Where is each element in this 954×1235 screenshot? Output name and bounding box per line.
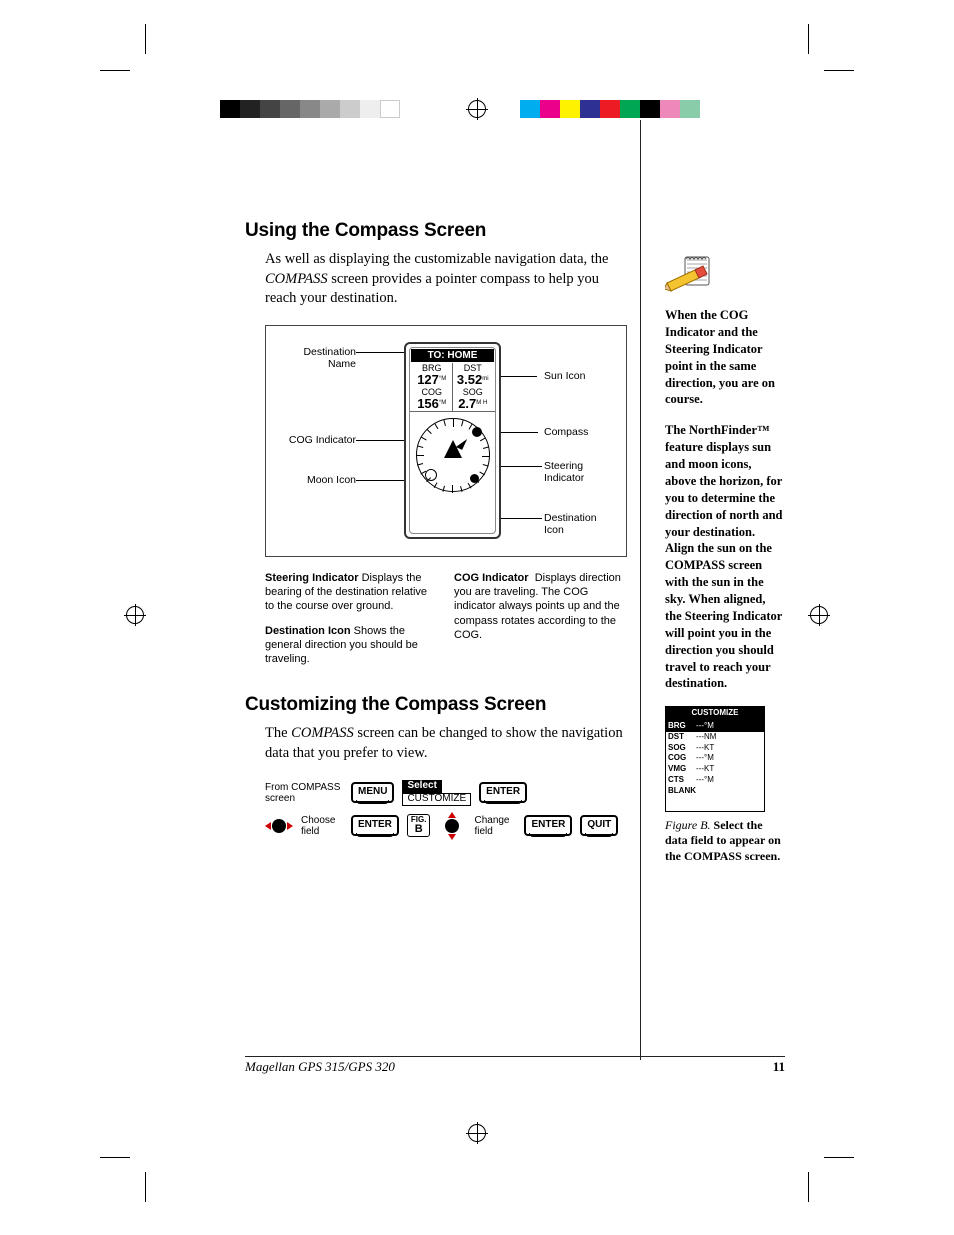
enter-key-3: ENTER [524,815,572,836]
figure-b-row: CTS---°M [666,775,764,786]
figure-b-row: BRG---°M [666,721,764,732]
cmyk-color-bar [520,100,700,118]
menu-key: MENU [351,782,394,803]
seq-change-text: Change field [474,815,516,837]
figure-b-row: COG---°M [666,753,764,764]
intro-paragraph-1: As well as displaying the customizable n… [265,250,625,309]
heading-using-compass: Using the Compass Screen [245,220,775,242]
figure-b-caption: Figure B. Select the data field to appea… [665,818,783,865]
registration-mark [124,604,146,626]
definitions: Steering Indicator Displays the bearing … [265,571,625,667]
sidebar-column: When the COG Indicator and the Steering … [665,255,783,878]
cog-value: 156 [417,396,439,411]
callout-moon: Moon Icon [276,474,356,486]
cog-indicator-title: COG Indicator [454,572,529,584]
select-menuitem: Select [402,780,441,793]
button-sequence: From COMPASS screen MENU Select CUSTOMIZ… [265,780,645,840]
dpad-lr-icon [265,812,293,840]
registration-mark [808,604,830,626]
footer-product: Magellan GPS 315/GPS 320 [245,1059,395,1075]
callout-dest-name: Destination Name [276,346,356,370]
steering-indicator-arrow [456,436,467,450]
gray-color-bar [220,100,400,118]
figure-b-header: CUSTOMIZE [666,707,764,721]
figure-b-row: DST---NM [666,732,764,743]
sidebar-note-2: The NorthFinder™ feature displays sun an… [665,422,783,692]
moon-icon [425,469,437,481]
figure-b-rows: BRG---°MDST---NMSOG---KTCOG---°MVMG---KT… [666,721,764,797]
footer-page-number: 11 [773,1059,785,1075]
registration-mark [466,1122,488,1144]
seq-from-text: From COMPASS screen [265,782,343,804]
callout-steering: Steering Indicator [544,460,604,484]
figure-b-row: SOG---KT [666,743,764,754]
page-footer: Magellan GPS 315/GPS 320 11 [245,1056,785,1075]
enter-key: ENTER [479,782,527,803]
dpad-ud-icon [438,812,466,840]
compass-figure: Destination Name COG Indicator Moon Icon… [265,325,627,557]
compass-ring-icon [416,418,490,492]
figure-b-row: BLANK [666,786,764,797]
callout-sun: Sun Icon [544,370,585,382]
callout-cog-indicator: COG Indicator [276,434,356,446]
customize-menuitem: CUSTOMIZE [402,793,471,806]
steering-indicator-title: Steering Indicator [265,572,359,584]
registration-mark [466,98,488,120]
dst-value: 3.52 [457,372,482,387]
fig-b-badge: FIG.B [407,814,431,837]
seq-choose-text: Choose field [301,815,343,837]
intro-paragraph-2: The COMPASS screen can be changed to sho… [265,724,635,763]
device-screen: TO: HOME BRG 127°M DST 3.52mi COG 156°M [404,342,501,539]
brg-value: 127 [417,372,439,387]
destination-icon-title: Destination Icon [265,625,351,637]
callout-dest-icon: Destination Icon [544,512,614,536]
figure-b-row: VMG---KT [666,764,764,775]
to-destination-bar: TO: HOME [411,349,494,362]
sog-value: 2.7 [458,396,476,411]
callout-compass: Compass [544,426,588,438]
notepad-icon [665,255,717,299]
enter-key-2: ENTER [351,815,399,836]
sidebar-note-1: When the COG Indicator and the Steering … [665,307,783,408]
quit-key: QUIT [580,815,618,836]
figure-b-screen: CUSTOMIZE BRG---°MDST---NMSOG---KTCOG---… [665,706,765,811]
